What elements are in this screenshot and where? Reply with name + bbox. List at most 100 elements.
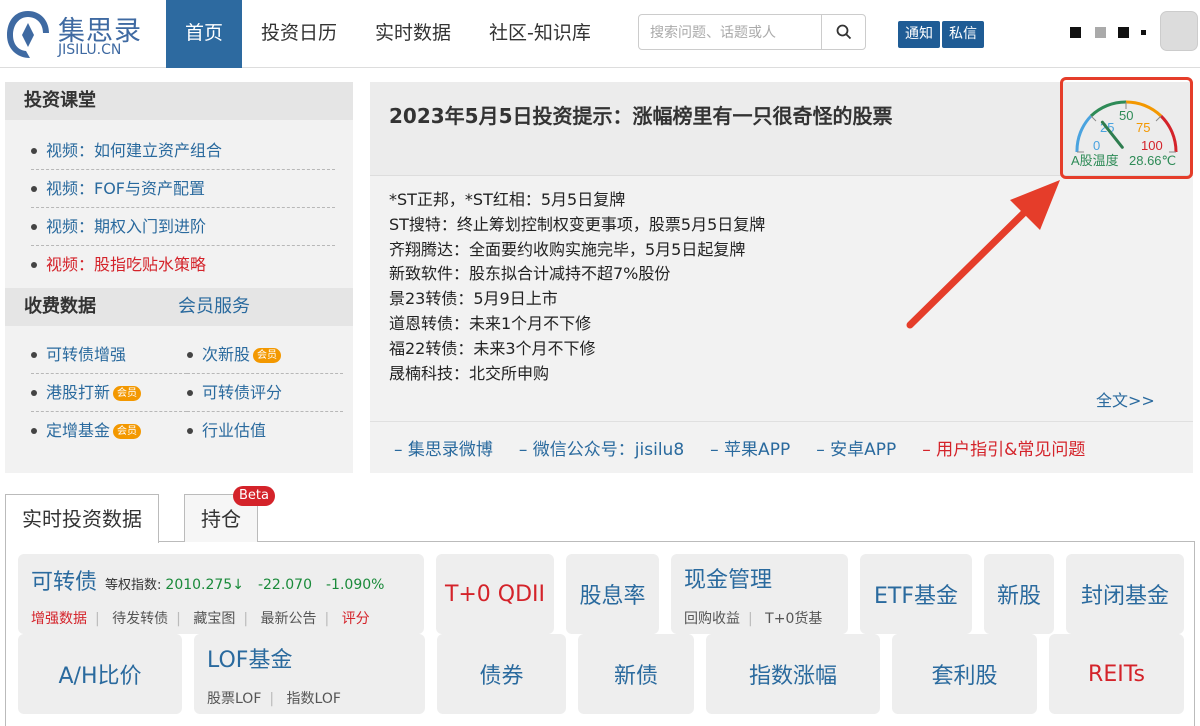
user-mask-block	[1118, 27, 1129, 38]
notice-line: *ST正邦，*ST红相：5月5日复牌	[389, 190, 626, 209]
fee-item-new-stock[interactable]: 次新股 会员	[187, 336, 343, 374]
card-t0-qdii[interactable]: T+0 QDII	[436, 554, 554, 634]
gauge-dial: 0 25 50 75 100 A股温度 28.66℃	[1071, 100, 1178, 168]
top-bar: 集思录 JISILU.CN 首页 投资日历 实时数据 社区-知识库 通知 私信	[0, 0, 1200, 68]
card-dividend-yield[interactable]: 股息率	[566, 554, 659, 634]
cb-sub-announce[interactable]: 最新公告	[261, 611, 317, 627]
notice-line: 景23转债：5月9日上市	[389, 289, 558, 309]
read-more-link[interactable]: 全文>>	[1096, 387, 1155, 411]
fee-item-cb-score[interactable]: 可转债评分	[187, 374, 343, 412]
search-box	[638, 14, 866, 50]
card-index-rise[interactable]: 指数涨幅	[706, 634, 880, 714]
cb-sub-score[interactable]: 评分	[342, 611, 370, 627]
wechat-link[interactable]: – 微信公众号：jisilu8	[519, 435, 684, 460]
cb-title: 可转债	[31, 570, 98, 595]
card-ah-ratio[interactable]: A/H比价	[18, 634, 182, 714]
vip-badge: 会员	[113, 386, 142, 401]
ios-app-link[interactable]: – 苹果APP	[710, 435, 790, 460]
card-lof[interactable]: LOF基金 股票LOF | 指数LOF	[194, 634, 425, 714]
lesson-link[interactable]: 视频：如何建立资产组合	[31, 132, 335, 170]
message-button[interactable]: 私信	[942, 21, 984, 48]
card-etf[interactable]: ETF基金	[860, 554, 972, 634]
footer-links: – 集思录微博 – 微信公众号：jisilu8 – 苹果APP – 安卓APP …	[370, 421, 1193, 473]
fee-item-hk-ipo[interactable]: 港股打新 会员	[31, 374, 187, 412]
fee-data-grid: 可转债增强 次新股 会员 港股打新 会员 可转债评分 定增基金 会员 行业估值	[5, 326, 353, 450]
fee-data-title: 收费数据	[24, 296, 96, 317]
dropdown-dot-icon	[1141, 30, 1146, 35]
gauge-tick: 0	[1093, 138, 1100, 153]
logo-mark-icon	[7, 11, 49, 58]
search-icon	[836, 24, 851, 40]
card-new-bond[interactable]: 新债	[578, 634, 694, 714]
notice-line: 齐翔腾达：全面要约收购实施完毕，5月5日起复牌	[389, 239, 746, 259]
fee-data-heading: 收费数据 会员服务	[5, 288, 353, 326]
highlight-arrow-icon	[906, 180, 1060, 329]
lesson-link[interactable]: 视频：股指吃贴水策略	[31, 246, 335, 284]
notice-line: 晟楠科技：北交所申购	[389, 363, 550, 383]
beta-badge: Beta	[233, 486, 275, 506]
logo-text-en: JISILU.CN	[58, 42, 122, 58]
nav-home[interactable]: 首页	[166, 0, 243, 68]
nav-calendar[interactable]: 投资日历	[242, 0, 356, 68]
card-arbitrage[interactable]: 套利股	[892, 634, 1037, 714]
cb-change: -22.070	[257, 577, 312, 593]
member-service-link[interactable]: 会员服务	[178, 288, 250, 326]
search-button[interactable]	[821, 15, 865, 49]
market-temperature-gauge[interactable]: 0 25 50 75 100 A股温度 28.66℃	[1060, 77, 1193, 179]
fee-item-industry-valuation[interactable]: 行业估值	[187, 412, 343, 450]
notice-line: 道恩转债：未来1个月不下修	[389, 313, 592, 333]
lessons-heading: 投资课堂	[5, 82, 353, 120]
nav-realtime-data[interactable]: 实时数据	[356, 0, 470, 68]
fee-item-cb-enhanced[interactable]: 可转债增强	[31, 336, 187, 374]
cash-sub-t0-fund[interactable]: T+0货基	[765, 611, 822, 627]
weibo-link[interactable]: – 集思录微博	[394, 435, 493, 460]
card-cash-management[interactable]: 现金管理 回购收益 | T+0货基	[671, 554, 848, 634]
notice-line: 新致软件：股东拟合计减持不超7%股份	[389, 264, 671, 284]
left-sidebar: 投资课堂 视频：如何建立资产组合 视频：FOF与资产配置 视频：期权入门到进阶 …	[5, 82, 353, 473]
user-guide-link[interactable]: – 用户指引&常见问题	[922, 435, 1085, 460]
gauge-label: A股温度	[1071, 153, 1119, 168]
cb-index-value: 2010.275	[165, 577, 233, 593]
card-convertible-bonds[interactable]: 可转债 等权指数: 2010.275 ↓ -22.070 -1.090% 增强数…	[18, 554, 424, 634]
data-card-grid: 可转债 等权指数: 2010.275 ↓ -22.070 -1.090% 增强数…	[5, 542, 1195, 726]
down-arrow-icon: ↓	[232, 577, 244, 593]
cb-index-label: 等权指数:	[105, 578, 162, 593]
lof-sub-stock[interactable]: 股票LOF	[207, 691, 261, 707]
search-input[interactable]	[639, 15, 821, 49]
gauge-tick: 75	[1136, 120, 1150, 135]
notice-line: ST搜特：终止筹划控制权变更事项，股票5月5日复牌	[389, 214, 766, 234]
card-closed-fund[interactable]: 封闭基金	[1066, 554, 1184, 634]
fee-item-placement-fund[interactable]: 定增基金 会员	[31, 412, 187, 450]
gauge-value: 28.66℃	[1129, 153, 1176, 168]
vip-badge: 会员	[113, 424, 142, 439]
site-logo[interactable]: 集思录 JISILU.CN	[4, 5, 154, 63]
notice-title[interactable]: 2023年5月5日投资提示：涨幅榜里有一只很奇怪的股票	[389, 100, 893, 129]
main-nav: 首页 投资日历 实时数据 社区-知识库	[166, 0, 610, 68]
notice-body: *ST正邦，*ST红相：5月5日复牌 ST搜特：终止筹划控制权变更事项，股票5月…	[389, 188, 765, 386]
lesson-link[interactable]: 视频：FOF与资产配置	[31, 170, 335, 208]
lesson-list: 视频：如何建立资产组合 视频：FOF与资产配置 视频：期权入门到进阶 视频：股指…	[5, 120, 353, 288]
gauge-tick: 100	[1141, 138, 1163, 153]
header-buttons: 通知 私信	[898, 21, 984, 48]
lof-sub-index[interactable]: 指数LOF	[287, 691, 341, 707]
tab-realtime-data[interactable]: 实时投资数据	[5, 494, 159, 543]
cash-sub-repo[interactable]: 回购收益	[684, 611, 740, 627]
lesson-link[interactable]: 视频：期权入门到进阶	[31, 208, 335, 246]
cb-sub-enhanced[interactable]: 增强数据	[31, 611, 87, 627]
card-new-stock[interactable]: 新股	[984, 554, 1054, 634]
data-tabs: 实时投资数据 持仓	[5, 494, 1195, 543]
user-avatar[interactable]	[1160, 11, 1198, 51]
card-reits[interactable]: REITs	[1049, 634, 1184, 714]
user-mask-block	[1095, 27, 1106, 38]
cb-change-pct: -1.090%	[326, 577, 385, 593]
lof-title: LOF基金	[207, 648, 293, 673]
card-bond[interactable]: 债券	[437, 634, 566, 714]
cb-sub-pending[interactable]: 待发转债	[112, 611, 168, 627]
notification-button[interactable]: 通知	[898, 21, 940, 48]
nav-community[interactable]: 社区-知识库	[470, 0, 610, 68]
vip-badge: 会员	[253, 348, 282, 363]
notice-line: 福22转债：未来3个月不下修	[389, 338, 596, 358]
android-app-link[interactable]: – 安卓APP	[816, 435, 896, 460]
cb-sub-treasure[interactable]: 藏宝图	[193, 611, 235, 627]
user-mask-block	[1070, 27, 1081, 38]
